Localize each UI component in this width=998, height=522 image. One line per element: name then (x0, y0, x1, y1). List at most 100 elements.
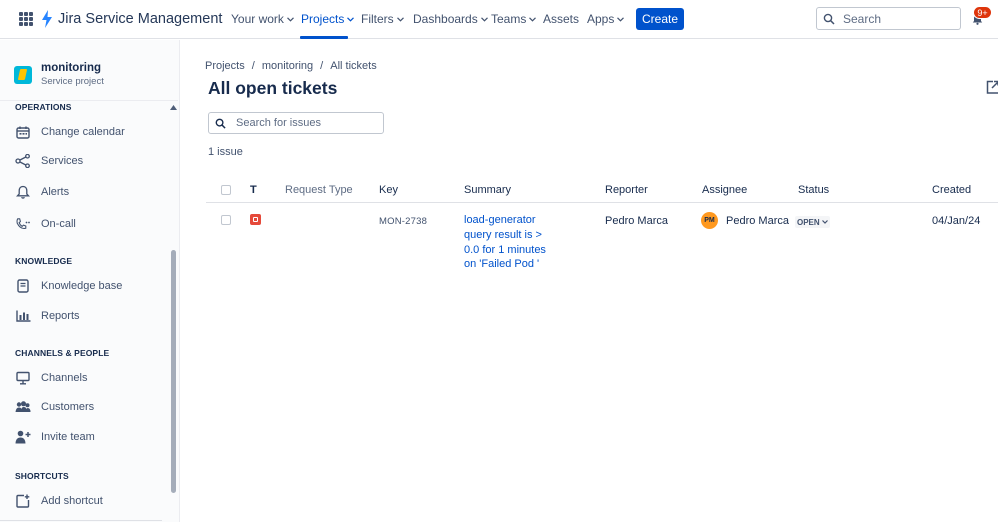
section-knowledge: KNOWLEDGE (15, 256, 73, 266)
share-icon[interactable] (986, 80, 998, 94)
sidebar-item-channels[interactable]: Channels (15, 370, 87, 386)
nav-assets-label: Assets (543, 12, 580, 26)
nav-teams[interactable]: Teams (491, 12, 537, 26)
row-key[interactable]: MON-2738 (379, 216, 427, 227)
sidebar-item-label: Customers (41, 401, 95, 413)
active-nav-indicator (300, 36, 348, 39)
chart-icon (15, 308, 31, 324)
breadcrumb: Projects / monitoring / All tickets (205, 60, 377, 72)
status-badge: OPEN (797, 217, 820, 227)
sidebar-item-label: On-call (41, 218, 76, 230)
issue-count: 1 issue (208, 146, 243, 158)
row-created: 04/Jan/24 (932, 215, 981, 227)
column-reporter[interactable]: Reporter (605, 184, 648, 196)
chevron-down-icon (286, 16, 294, 22)
global-search[interactable] (816, 7, 961, 30)
sidebar-item-services[interactable]: Services (15, 153, 83, 169)
column-status[interactable]: Status (798, 184, 829, 196)
nav-your-work-label: Your work (231, 12, 284, 26)
issue-search[interactable] (208, 112, 384, 134)
project-type: Service project (41, 76, 104, 87)
sidebar-item-label: Knowledge base (41, 280, 123, 292)
calendar-icon (15, 124, 31, 140)
nav-dashboards-label: Dashboards (413, 12, 478, 26)
nav-your-work[interactable]: Your work (231, 12, 294, 26)
app-switcher-icon[interactable] (19, 12, 33, 26)
book-icon (15, 278, 31, 294)
nav-apps[interactable]: Apps (587, 12, 625, 26)
sidebar-item-label: Alerts (41, 186, 70, 198)
nav-filters-label: Filters (361, 12, 394, 26)
chevron-down-icon (347, 16, 355, 22)
sidebar-item-label: Reports (41, 310, 80, 322)
nav-projects[interactable]: Projects (301, 12, 355, 26)
people-icon (15, 399, 31, 415)
select-all-checkbox[interactable] (221, 185, 231, 195)
divider (0, 100, 178, 101)
project-header[interactable]: monitoring Service project (14, 62, 104, 87)
project-name: monitoring (41, 62, 102, 74)
monitor-icon (15, 370, 31, 386)
project-avatar (14, 66, 32, 84)
sidebar-item-label: Invite team (41, 431, 95, 443)
sidebar-item-alerts[interactable]: Alerts (15, 184, 69, 200)
chevron-down-icon (821, 220, 828, 224)
page-title: All open tickets (208, 78, 338, 98)
sidebar-item-on-call[interactable]: On-call (15, 216, 76, 232)
search-icon (823, 13, 835, 25)
breadcrumb-monitoring[interactable]: monitoring (262, 60, 313, 72)
bell-icon (15, 184, 31, 200)
phone-icon (15, 216, 31, 232)
project-sidebar: monitoring Service project OPERATIONS Ch… (0, 40, 180, 522)
column-key[interactable]: Key (379, 184, 398, 196)
sidebar-item-knowledge-base[interactable]: Knowledge base (15, 278, 122, 294)
sidebar-item-customers[interactable]: Customers (15, 399, 94, 415)
incident-icon (250, 214, 261, 225)
sidebar-item-invite-team[interactable]: Invite team (15, 429, 95, 445)
chevron-down-icon (396, 16, 404, 22)
lightning-icon (42, 10, 52, 28)
column-created[interactable]: Created (932, 184, 971, 196)
add-shortcut-icon (15, 493, 31, 509)
chevron-down-icon (617, 16, 625, 22)
nav-dashboards[interactable]: Dashboards (413, 12, 488, 26)
scroll-up-arrow[interactable] (170, 105, 177, 110)
row-checkbox[interactable] (221, 215, 231, 225)
issue-search-input[interactable] (236, 117, 376, 129)
nav-apps-label: Apps (587, 12, 615, 26)
assignee-name: Pedro Marca (726, 214, 789, 227)
breadcrumb-all-tickets[interactable]: All tickets (330, 60, 376, 72)
breadcrumb-separator: / (251, 60, 255, 72)
table-header-divider (206, 202, 998, 203)
chevron-down-icon (529, 16, 537, 22)
create-button[interactable]: Create (636, 8, 684, 30)
product-logo[interactable]: Jira Service Management (41, 10, 222, 28)
section-shortcuts: SHORTCUTS (15, 471, 69, 481)
sidebar-item-add-shortcut[interactable]: Add shortcut (15, 493, 103, 509)
nav-assets[interactable]: Assets (543, 12, 579, 26)
sidebar-item-change-calendar[interactable]: Change calendar (15, 124, 125, 140)
chevron-down-icon (480, 16, 488, 22)
avatar: PM (701, 212, 718, 229)
breadcrumb-projects[interactable]: Projects (205, 60, 245, 72)
row-reporter[interactable]: Pedro Marca (605, 215, 668, 227)
sidebar-item-label: Change calendar (41, 126, 125, 138)
sidebar-item-reports[interactable]: Reports (15, 308, 80, 324)
nav-filters[interactable]: Filters (361, 12, 404, 26)
sidebar-item-label: Channels (41, 372, 88, 384)
column-assignee[interactable]: Assignee (702, 184, 747, 196)
product-name: Jira Service Management (58, 11, 223, 27)
column-summary[interactable]: Summary (464, 184, 511, 196)
sidebar-scrollbar[interactable] (171, 250, 176, 493)
column-type[interactable]: T (250, 184, 257, 196)
services-icon (15, 153, 31, 169)
row-summary-link[interactable]: load-generator query result is > 0.0 for… (464, 213, 552, 272)
divider (0, 520, 162, 521)
global-search-input[interactable] (843, 11, 953, 26)
status-dropdown[interactable]: OPEN (795, 216, 830, 228)
sidebar-item-label: Services (41, 155, 84, 167)
row-assignee[interactable]: PM Pedro Marca (701, 212, 789, 229)
column-request-type[interactable]: Request Type (285, 184, 353, 196)
person-add-icon (15, 429, 31, 445)
search-icon (215, 118, 226, 129)
